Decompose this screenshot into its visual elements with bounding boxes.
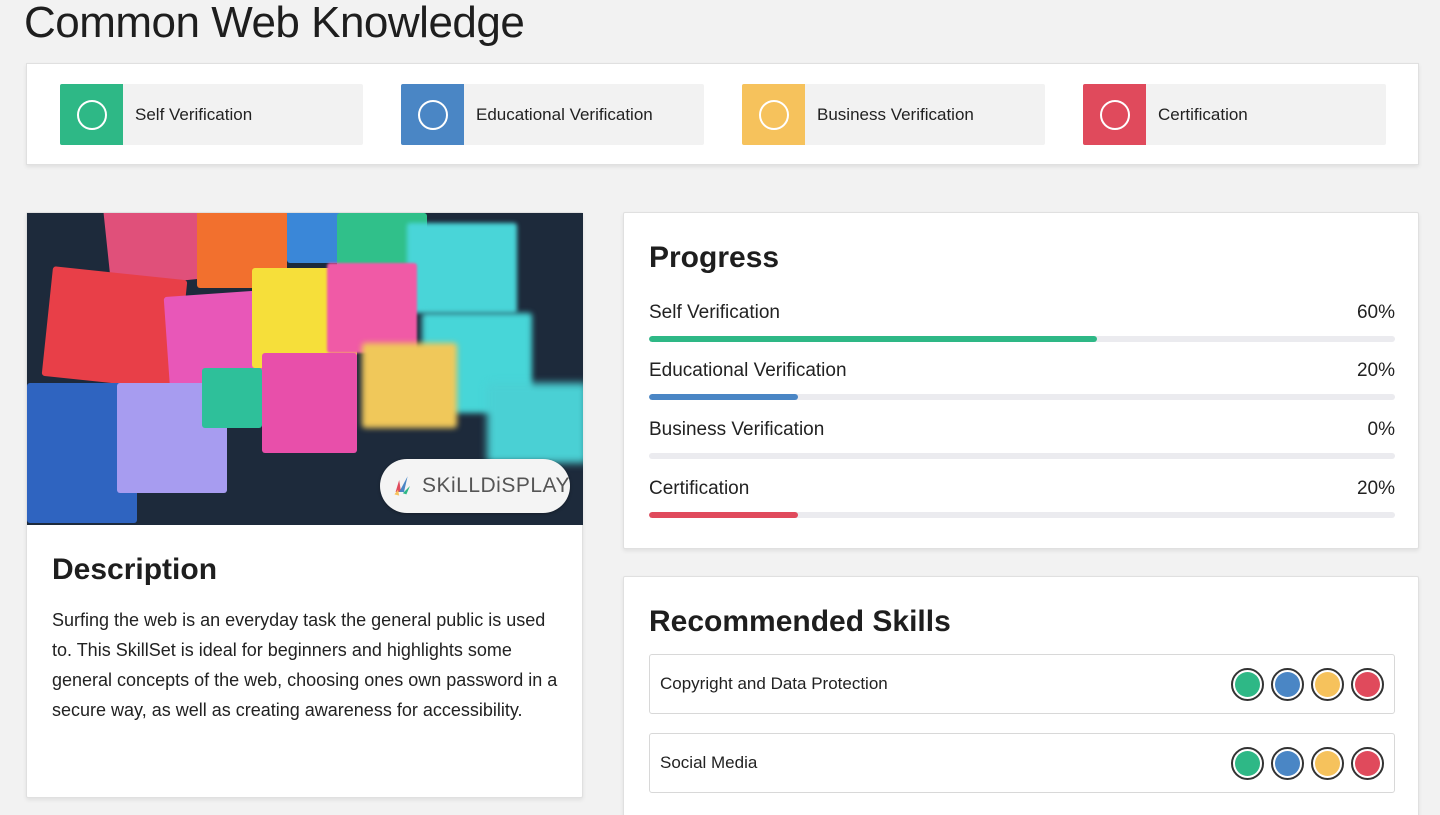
business-verification-button[interactable]: Business Verification [742, 84, 1045, 145]
educational-verification-swatch [401, 84, 464, 145]
progress-label: Self Verification [649, 302, 780, 323]
recommended-skills-title: Recommended Skills [649, 605, 951, 638]
progress-label: Certification [649, 478, 750, 499]
certification-dot[interactable] [1351, 668, 1384, 701]
skilldisplay-logo-icon [394, 476, 410, 496]
skillset-hero-image: SKiLLDiSPLAY [27, 213, 583, 525]
skill-name: Copyright and Data Protection [660, 674, 888, 693]
business-verification-label: Business Verification [817, 104, 974, 124]
skill-row[interactable]: Social Media [649, 733, 1395, 793]
progress-row-certification: Certification 20% [649, 478, 1395, 518]
progress-label: Educational Verification [649, 360, 847, 381]
educational-verification-dot[interactable] [1271, 668, 1304, 701]
business-verification-dot[interactable] [1311, 747, 1344, 780]
progress-row-educational: Educational Verification 20% [649, 360, 1395, 400]
self-verification-label: Self Verification [135, 104, 253, 124]
business-verification-dot[interactable] [1311, 668, 1344, 701]
self-verification-dot[interactable] [1231, 747, 1264, 780]
skilldisplay-logo-text: SKiLLDiSPLAY [421, 474, 570, 497]
progress-track [649, 453, 1395, 459]
educational-verification-label: Educational Verification [476, 104, 653, 124]
skill-row[interactable]: Copyright and Data Protection [649, 654, 1395, 714]
educational-verification-dot[interactable] [1271, 747, 1304, 780]
skill-name: Social Media [660, 753, 758, 772]
progress-track [649, 336, 1395, 342]
skilldisplay-logo: SKiLLDiSPLAY [380, 459, 570, 513]
progress-fill [649, 336, 1097, 342]
description-body: Surfing the web is an everyday task the … [52, 610, 558, 720]
certification-button[interactable]: Certification [1083, 84, 1386, 145]
recommended-skills-card: Recommended Skills Copyright and Data Pr… [623, 576, 1419, 815]
certification-dot[interactable] [1351, 747, 1384, 780]
page-title: Common Web Knowledge [24, 0, 525, 47]
circle-outline-icon [1099, 99, 1130, 130]
skill-verification-dots [1231, 668, 1384, 701]
progress-value: 60% [1356, 302, 1395, 323]
circle-outline-icon [76, 99, 107, 130]
progress-track [649, 394, 1395, 400]
business-verification-swatch [742, 84, 805, 145]
progress-value: 0% [1367, 419, 1395, 440]
educational-verification-button[interactable]: Educational Verification [401, 84, 704, 145]
circle-outline-icon [758, 99, 789, 130]
progress-title: Progress [649, 241, 780, 274]
progress-track [649, 512, 1395, 518]
skill-verification-dots [1231, 747, 1384, 780]
progress-value: 20% [1356, 478, 1395, 499]
progress-row-self: Self Verification 60% [649, 302, 1395, 342]
progress-value: 20% [1356, 360, 1395, 381]
progress-row-business: Business Verification 0% [649, 419, 1395, 459]
description-card: SKiLLDiSPLAY Description Surfing the web… [26, 212, 583, 798]
verification-filter-bar: Self Verification Educational Verificati… [26, 63, 1419, 165]
description-title: Description [52, 553, 218, 586]
self-verification-button[interactable]: Self Verification [60, 84, 363, 145]
circle-outline-icon [417, 99, 448, 130]
certification-label: Certification [1158, 104, 1248, 124]
certification-swatch [1083, 84, 1146, 145]
progress-label: Business Verification [649, 419, 825, 440]
self-verification-swatch [60, 84, 123, 145]
progress-fill [649, 394, 799, 400]
self-verification-dot[interactable] [1231, 668, 1264, 701]
progress-fill [649, 512, 799, 518]
progress-card: Progress Self Verification 60% Education… [623, 212, 1419, 549]
